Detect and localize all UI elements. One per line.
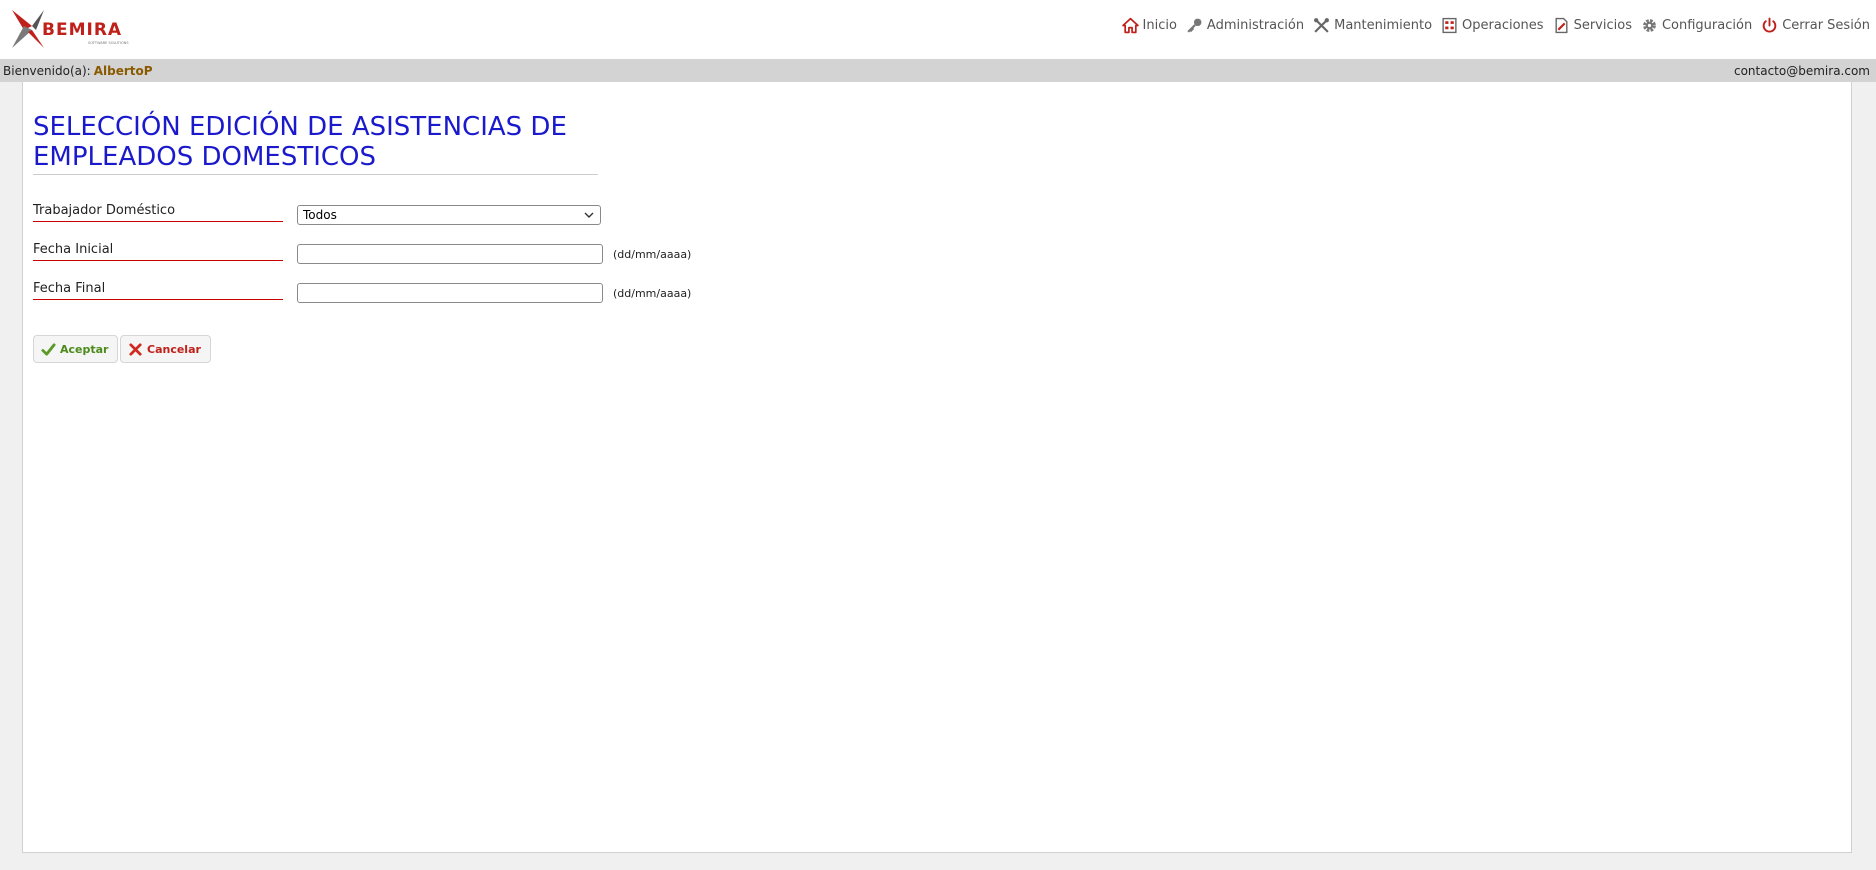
nav-inicio[interactable]: Inicio bbox=[1121, 17, 1177, 34]
end-date-format-hint: (dd/mm/aaaa) bbox=[613, 287, 692, 300]
nav-servicios-label: Servicios bbox=[1573, 18, 1632, 33]
end-date-label: Fecha Final bbox=[33, 281, 283, 300]
nav-inicio-label: Inicio bbox=[1142, 18, 1177, 33]
home-icon bbox=[1121, 17, 1139, 34]
chevron-down-icon bbox=[584, 212, 594, 218]
nav-configuracion-label: Configuración bbox=[1661, 18, 1753, 33]
end-date-input[interactable] bbox=[297, 283, 603, 303]
cancel-button-label: Cancelar bbox=[147, 342, 201, 356]
welcome-username: AlbertoP bbox=[93, 64, 153, 78]
welcome-bar: Bienvenido(a): AlbertoP contacto@bemira.c… bbox=[0, 59, 1876, 82]
nav-operaciones-label: Operaciones bbox=[1462, 18, 1544, 33]
welcome-message: Bienvenido(a): AlbertoP bbox=[3, 64, 153, 78]
close-icon bbox=[129, 342, 142, 356]
worker-select[interactable]: Todos bbox=[297, 205, 601, 225]
key-icon bbox=[1187, 18, 1202, 33]
start-date-format-hint: (dd/mm/aaaa) bbox=[613, 248, 692, 261]
logo-tagline: SOFTWARE SOLUTIONS bbox=[88, 41, 129, 45]
welcome-prefix: Bienvenido(a): bbox=[3, 64, 91, 78]
nav-configuracion[interactable]: Configuración bbox=[1641, 17, 1752, 34]
calculator-icon bbox=[1442, 17, 1457, 34]
page-title: SELECCIÓN EDICIÓN DE ASISTENCIAS DE EMPL… bbox=[33, 112, 598, 175]
nav-cerrar-sesion-label: Cerrar Sesión bbox=[1782, 18, 1870, 33]
nav-administracion-label: Administración bbox=[1206, 18, 1305, 33]
logo-text: BEMIRA bbox=[42, 20, 122, 40]
main-content: SELECCIÓN EDICIÓN DE ASISTENCIAS DE EMPL… bbox=[22, 82, 1852, 853]
accept-button[interactable]: Aceptar bbox=[33, 335, 119, 363]
logo-mark: BEMIRA SOFTWARE SOLUTIONS bbox=[12, 10, 129, 48]
nav-cerrar-sesion[interactable]: Cerrar Sesión bbox=[1761, 17, 1870, 34]
nav-operaciones[interactable]: Operaciones bbox=[1441, 17, 1544, 34]
nav-mantenimiento[interactable]: Mantenimiento bbox=[1313, 17, 1432, 34]
checkmark-icon bbox=[41, 342, 56, 356]
gear-icon bbox=[1643, 19, 1656, 32]
main-nav: Inicio Administración Mantenimiento Oper… bbox=[1113, 17, 1870, 34]
worker-select-value: Todos bbox=[303, 208, 337, 222]
worker-label: Trabajador Doméstico bbox=[33, 203, 283, 222]
nav-administracion[interactable]: Administración bbox=[1186, 17, 1304, 34]
document-edit-icon bbox=[1555, 17, 1568, 34]
start-date-input[interactable] bbox=[297, 244, 603, 264]
tools-icon bbox=[1314, 18, 1330, 33]
nav-mantenimiento-label: Mantenimiento bbox=[1334, 18, 1433, 33]
top-bar: BEMIRA SOFTWARE SOLUTIONS Inicio Adminis… bbox=[0, 0, 1876, 59]
cancel-button[interactable]: Cancelar bbox=[120, 335, 211, 363]
contact-email: contacto@bemira.com bbox=[1733, 64, 1870, 78]
accept-button-label: Aceptar bbox=[60, 342, 109, 356]
power-icon bbox=[1762, 17, 1777, 33]
bemira-logo[interactable]: BEMIRA SOFTWARE SOLUTIONS bbox=[10, 8, 140, 50]
start-date-label: Fecha Inicial bbox=[33, 242, 283, 261]
nav-servicios[interactable]: Servicios bbox=[1553, 17, 1632, 34]
